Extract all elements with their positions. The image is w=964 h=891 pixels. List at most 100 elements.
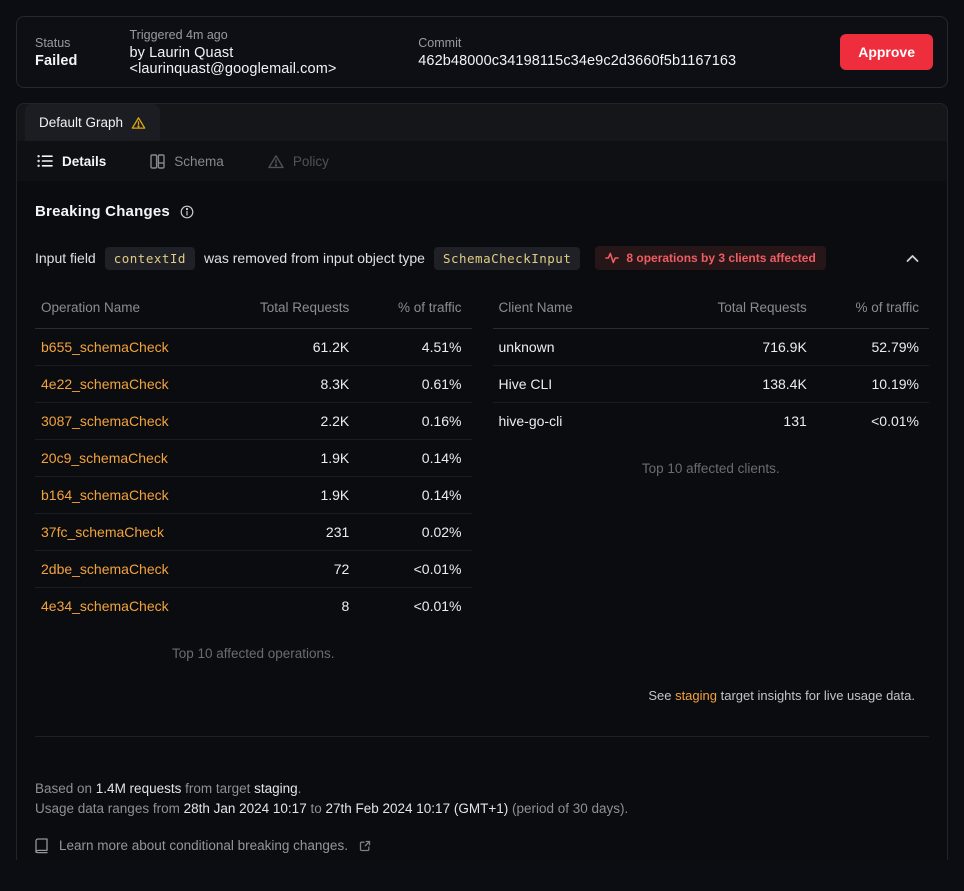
client-name: hive-go-cli — [493, 403, 672, 440]
operation-traffic: 0.16% — [349, 403, 471, 440]
operation-link[interactable]: b164_schemaCheck — [41, 487, 169, 503]
affected-operations-badge[interactable]: 8 operations by 3 clients affected — [595, 246, 825, 270]
info-circle-icon[interactable] — [180, 205, 194, 219]
operation-traffic: 0.14% — [349, 440, 471, 477]
range-suffix: (period of 30 days). — [508, 801, 628, 816]
commit-label: Commit — [418, 36, 736, 50]
table-row: unknown 716.9K 52.79% — [493, 329, 930, 366]
table-row: 3087_schemaCheck 2.2K 0.16% — [35, 403, 472, 440]
learn-more-link[interactable]: Learn more about conditional breaking ch… — [35, 836, 929, 856]
check-status-card: Status Failed Triggered 4m ago by Laurin… — [16, 16, 948, 88]
insights-note: See staging target insights for live usa… — [35, 688, 929, 703]
tab-schema-label: Schema — [174, 154, 224, 169]
tab-details[interactable]: Details — [37, 154, 106, 169]
status-value: Failed — [35, 53, 78, 69]
chevron-up-icon[interactable] — [902, 250, 923, 267]
columns-icon — [150, 154, 165, 169]
client-traffic: 52.79% — [807, 329, 929, 366]
operations-col-name: Operation Name — [35, 294, 214, 329]
table-row: 37fc_schemaCheck 231 0.02% — [35, 514, 472, 551]
range-prefix: Usage data ranges from — [35, 801, 184, 816]
clients-col-requests: Total Requests — [671, 294, 806, 329]
table-row: 20c9_schemaCheck 1.9K 0.14% — [35, 440, 472, 477]
clients-caption: Top 10 affected clients. — [493, 461, 930, 476]
operation-link[interactable]: 3087_schemaCheck — [41, 413, 169, 429]
approve-button[interactable]: Approve — [840, 34, 933, 70]
table-row: hive-go-cli 131 <0.01% — [493, 403, 930, 440]
breaking-change-row[interactable]: Input field contextId was removed from i… — [35, 246, 929, 270]
tab-default-graph-label: Default Graph — [39, 115, 123, 130]
based-on-line: Based on 1.4M requests from target stagi… — [35, 779, 929, 799]
insights-prefix: See — [648, 688, 675, 703]
graph-panel: Default Graph Details — [16, 103, 948, 860]
operation-traffic: <0.01% — [349, 588, 471, 625]
operation-requests: 72 — [214, 551, 349, 588]
triggered-label: Triggered 4m ago — [130, 28, 367, 42]
client-name: Hive CLI — [493, 366, 672, 403]
client-name: unknown — [493, 329, 672, 366]
operation-requests: 1.9K — [214, 440, 349, 477]
clients-table: Client Name Total Requests % of traffic … — [493, 294, 930, 440]
operations-col-requests: Total Requests — [214, 294, 349, 329]
client-requests: 131 — [671, 403, 806, 440]
client-requests: 138.4K — [671, 366, 806, 403]
commit-hash: 462b48000c34198115c34e9c2d3660f5b1167163 — [418, 53, 736, 69]
change-middle: was removed from input object type — [204, 250, 425, 266]
operation-requests: 231 — [214, 514, 349, 551]
operation-link[interactable]: 2dbe_schemaCheck — [41, 561, 169, 577]
details-content: Breaking Changes Input field contextId w… — [17, 181, 947, 856]
operations-header-row: Operation Name Total Requests % of traff… — [35, 294, 472, 329]
operation-traffic: <0.01% — [349, 551, 471, 588]
operation-traffic: 0.14% — [349, 477, 471, 514]
triggered-by: by Laurin Quast <laurinquast@googlemail.… — [130, 45, 367, 77]
tab-policy[interactable]: Policy — [268, 154, 329, 169]
tab-details-label: Details — [62, 154, 106, 169]
clients-col-traffic: % of traffic — [807, 294, 929, 329]
table-row: 2dbe_schemaCheck 72 <0.01% — [35, 551, 472, 588]
client-traffic: 10.19% — [807, 366, 929, 403]
book-icon — [35, 838, 48, 854]
commit-group: Commit 462b48000c34198115c34e9c2d3660f5b… — [418, 36, 736, 69]
clients-column: Client Name Total Requests % of traffic … — [493, 294, 930, 661]
triggered-group: Triggered 4m ago by Laurin Quast <laurin… — [130, 28, 367, 77]
based-prefix: Based on — [35, 781, 96, 796]
staging-link[interactable]: staging — [675, 688, 717, 703]
insights-suffix: target insights for live usage data. — [717, 688, 915, 703]
range-to: 27th Feb 2024 10:17 (GMT+1) — [325, 801, 508, 816]
change-prefix: Input field — [35, 250, 96, 266]
affected-badge-label: 8 operations by 3 clients affected — [626, 251, 815, 265]
operations-table: Operation Name Total Requests % of traff… — [35, 294, 472, 625]
operation-link[interactable]: 37fc_schemaCheck — [41, 524, 164, 540]
tab-schema[interactable]: Schema — [150, 154, 224, 169]
operation-link[interactable]: 4e34_schemaCheck — [41, 598, 169, 614]
warning-triangle-icon — [131, 116, 146, 130]
external-link-icon — [359, 840, 371, 852]
tab-policy-label: Policy — [293, 154, 329, 169]
based-middle: from target — [181, 781, 254, 796]
operation-link[interactable]: 20c9_schemaCheck — [41, 450, 168, 466]
operation-requests: 8.3K — [214, 366, 349, 403]
warning-triangle-icon — [268, 154, 284, 169]
status-group: Status Failed — [35, 36, 78, 69]
status-label: Status — [35, 36, 78, 50]
operation-link[interactable]: b655_schemaCheck — [41, 339, 169, 355]
operation-traffic: 0.02% — [349, 514, 471, 551]
learn-more-label: Learn more about conditional breaking ch… — [59, 836, 348, 856]
affected-tables: Operation Name Total Requests % of traff… — [35, 294, 929, 661]
operations-col-traffic: % of traffic — [349, 294, 471, 329]
table-row: Hive CLI 138.4K 10.19% — [493, 366, 930, 403]
client-requests: 716.9K — [671, 329, 806, 366]
change-field-chip: contextId — [105, 247, 195, 270]
activity-pulse-icon — [605, 252, 619, 264]
requests-count: 1.4M requests — [96, 781, 182, 796]
table-row: 4e34_schemaCheck 8 <0.01% — [35, 588, 472, 625]
operation-traffic: 0.61% — [349, 366, 471, 403]
client-traffic: <0.01% — [807, 403, 929, 440]
range-to-word: to — [307, 801, 326, 816]
tab-default-graph[interactable]: Default Graph — [25, 104, 160, 141]
range-from: 28th Jan 2024 10:17 — [184, 801, 307, 816]
operation-traffic: 4.51% — [349, 329, 471, 366]
graph-tab-strip: Default Graph — [17, 104, 947, 141]
operations-caption: Top 10 affected operations. — [35, 646, 472, 661]
operation-link[interactable]: 4e22_schemaCheck — [41, 376, 169, 392]
